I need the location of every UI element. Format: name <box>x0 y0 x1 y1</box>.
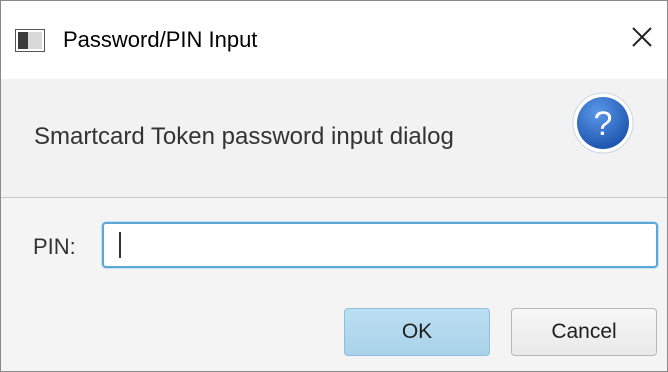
question-mark-glyph: ? <box>594 105 613 143</box>
close-icon <box>631 26 653 53</box>
ok-button-label: OK <box>401 320 433 343</box>
cancel-button-label: Cancel <box>551 320 617 343</box>
pin-label: PIN: <box>33 234 76 259</box>
close-button[interactable] <box>625 19 659 59</box>
app-window-icon <box>15 29 45 52</box>
window-title: Password/PIN Input <box>63 27 258 52</box>
question-mark-icon: ? <box>571 91 635 155</box>
pin-input[interactable] <box>102 222 658 268</box>
cancel-button[interactable]: Cancel <box>511 308 657 356</box>
title-bar[interactable]: Password/PIN Input <box>1 1 667 79</box>
dialog-content: PIN: OK Cancel <box>1 198 667 371</box>
ok-button[interactable]: OK <box>344 308 490 356</box>
password-pin-dialog: Password/PIN Input Smartcard Token passw… <box>0 0 668 372</box>
dialog-header: Smartcard Token password input dialog ? <box>1 79 667 197</box>
header-text: Smartcard Token password input dialog <box>34 123 454 150</box>
